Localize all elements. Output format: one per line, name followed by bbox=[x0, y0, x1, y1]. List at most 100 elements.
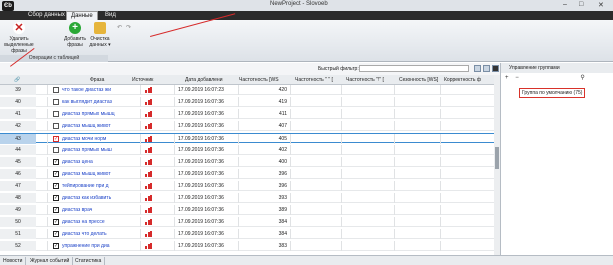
row-checkbox[interactable]: ✓ bbox=[53, 243, 59, 249]
column-divider bbox=[140, 217, 141, 227]
column-divider bbox=[341, 217, 342, 227]
phrase-cell: что такое диастаз жи bbox=[62, 87, 111, 93]
table-row[interactable]: 50 ✓ диастаз на прессе 17.09.2019 16:07:36 3… bbox=[0, 217, 500, 227]
table-row[interactable]: 40 как выглядит диастаз 17.09.2019 16:07:3… bbox=[0, 97, 500, 107]
column-frequency-exclaim[interactable]: Частотность "!" [ bbox=[346, 77, 384, 83]
column-divider bbox=[440, 229, 441, 239]
column-divider bbox=[341, 181, 342, 191]
column-date[interactable]: Дата добавлени bbox=[185, 77, 222, 83]
tab-news[interactable]: Новости bbox=[0, 257, 27, 265]
source-icon bbox=[145, 136, 153, 142]
row-checkbox[interactable] bbox=[53, 99, 59, 105]
row-checkbox[interactable] bbox=[53, 123, 59, 129]
add-icon[interactable]: + bbox=[505, 75, 509, 81]
table-row[interactable]: 39 что такое диастаз жи 17.09.2019 16:07:2… bbox=[0, 85, 500, 95]
table-row[interactable]: 48 ✓ диастаз как избавить 17.09.2019 16:07:… bbox=[0, 193, 500, 203]
search-icon[interactable]: ⚲ bbox=[580, 75, 584, 81]
row-checkbox[interactable]: ✓ bbox=[53, 171, 59, 177]
row-checkbox[interactable] bbox=[53, 111, 59, 117]
minimize-icon[interactable]: – bbox=[563, 1, 567, 8]
column-divider bbox=[440, 109, 441, 119]
row-number: 41 bbox=[0, 109, 36, 119]
column-divider bbox=[47, 109, 48, 119]
column-correctness[interactable]: Корректность ф bbox=[444, 77, 481, 83]
frequency-cell: 396 bbox=[278, 171, 287, 177]
column-divider bbox=[394, 85, 395, 95]
window-title: NewProject - Slovoeb bbox=[270, 1, 328, 7]
column-divider bbox=[341, 193, 342, 203]
column-divider bbox=[238, 193, 239, 203]
table-row[interactable]: 45 ✓ диастаз цена 17.09.2019 16:07:36 400 bbox=[0, 157, 500, 167]
source-icon bbox=[145, 99, 153, 105]
tab-statistics[interactable]: Статистика bbox=[72, 257, 106, 265]
column-frequency-ws[interactable]: Частотность [WS bbox=[239, 77, 279, 83]
clear-data-button[interactable]: Очистка данных ▾ bbox=[85, 22, 115, 48]
column-divider bbox=[47, 241, 48, 251]
column-seasonality[interactable]: Сезонность [WS] bbox=[399, 77, 438, 83]
filter-clear-icon[interactable] bbox=[492, 65, 499, 72]
row-checkbox[interactable] bbox=[53, 147, 59, 153]
column-divider bbox=[140, 134, 141, 144]
table-row[interactable]: 44 диастаз прямых мыш 17.09.2019 16:07:36 4… bbox=[0, 145, 500, 155]
column-divider bbox=[140, 121, 141, 131]
column-frequency-quotes[interactable]: Частотность " " [ bbox=[295, 77, 333, 83]
column-divider bbox=[47, 85, 48, 95]
group-default[interactable]: Группа по умолчанию (75) bbox=[519, 88, 586, 98]
row-checkbox[interactable]: ✓ bbox=[53, 219, 59, 225]
column-divider bbox=[290, 145, 291, 155]
filter-apply-icon[interactable] bbox=[474, 65, 481, 72]
tab-data-collection[interactable]: Сбор данных bbox=[24, 11, 69, 20]
quick-filter-input[interactable] bbox=[359, 65, 469, 72]
column-divider bbox=[440, 134, 441, 144]
column-source[interactable]: Источник bbox=[132, 77, 153, 83]
table-row[interactable]: 43 ✓ диастаз мочи норм 17.09.2019 16:07:36 4… bbox=[0, 133, 500, 144]
column-divider bbox=[47, 121, 48, 131]
table-row[interactable]: 47 ✓ тейпирование при д 17.09.2019 16:07:36… bbox=[0, 181, 500, 191]
column-phrase[interactable]: Фраза bbox=[90, 77, 104, 83]
column-divider bbox=[290, 157, 291, 167]
phrase-cell: упражнение при диа bbox=[62, 243, 110, 249]
row-checkbox[interactable]: ✓ bbox=[53, 207, 59, 213]
column-divider bbox=[174, 109, 175, 119]
row-checkbox[interactable]: ✓ bbox=[53, 183, 59, 189]
redo-icon[interactable]: ↷ bbox=[126, 24, 131, 31]
undo-icon[interactable]: ↶ bbox=[117, 24, 122, 31]
column-divider bbox=[174, 157, 175, 167]
column-divider bbox=[238, 121, 239, 131]
row-checkbox[interactable]: ✓ bbox=[53, 136, 59, 142]
table-row[interactable]: 42 диастаз мышц живот 17.09.2019 16:07:36 4… bbox=[0, 121, 500, 131]
tab-data[interactable]: Данные bbox=[66, 11, 98, 20]
tab-view[interactable]: Вид bbox=[101, 11, 120, 20]
table-row[interactable]: 51 ✓ диастаз что делать 17.09.2019 16:07:36… bbox=[0, 229, 500, 239]
row-number: 52 bbox=[0, 241, 36, 251]
column-divider bbox=[238, 97, 239, 107]
filter-refresh-icon[interactable] bbox=[483, 65, 490, 72]
column-divider bbox=[174, 85, 175, 95]
row-checkbox[interactable]: ✓ bbox=[53, 195, 59, 201]
date-cell: 17.09.2019 16:07:36 bbox=[178, 123, 224, 129]
column-divider bbox=[47, 97, 48, 107]
scrollbar-thumb[interactable] bbox=[495, 147, 499, 169]
column-divider bbox=[174, 217, 175, 227]
row-checkbox[interactable]: ✓ bbox=[53, 159, 59, 165]
table-row[interactable]: 41 диастаз прямых мышц 17.09.2019 16:07:36… bbox=[0, 109, 500, 119]
column-divider bbox=[440, 97, 441, 107]
remove-icon[interactable]: − bbox=[515, 75, 519, 81]
delete-selected-button[interactable]: ✕ Удалить выделенные фразы bbox=[4, 22, 34, 54]
row-checkbox[interactable] bbox=[53, 87, 59, 93]
maximize-icon[interactable]: □ bbox=[579, 1, 583, 8]
column-divider bbox=[440, 85, 441, 95]
column-divider bbox=[290, 85, 291, 95]
phrase-cell: диастаз прямых мышц bbox=[62, 111, 115, 117]
tab-event-log[interactable]: Журнал событий bbox=[27, 257, 74, 265]
column-divider bbox=[238, 217, 239, 227]
phrase-cell: диастаз мочи норм bbox=[62, 136, 107, 142]
column-divider bbox=[341, 121, 342, 131]
column-divider bbox=[394, 134, 395, 144]
table-row[interactable]: 52 ✓ упражнение при диа 17.09.2019 16:07:36… bbox=[0, 241, 500, 251]
close-icon[interactable]: ✕ bbox=[598, 1, 604, 9]
table-row[interactable]: 49 ✓ диастаз врач 17.09.2019 16:07:36 389 bbox=[0, 205, 500, 215]
table-row[interactable]: 46 ✓ диастаз мышц живот 17.09.2019 16:07:36… bbox=[0, 169, 500, 179]
column-divider bbox=[174, 169, 175, 179]
row-checkbox[interactable]: ✓ bbox=[53, 231, 59, 237]
